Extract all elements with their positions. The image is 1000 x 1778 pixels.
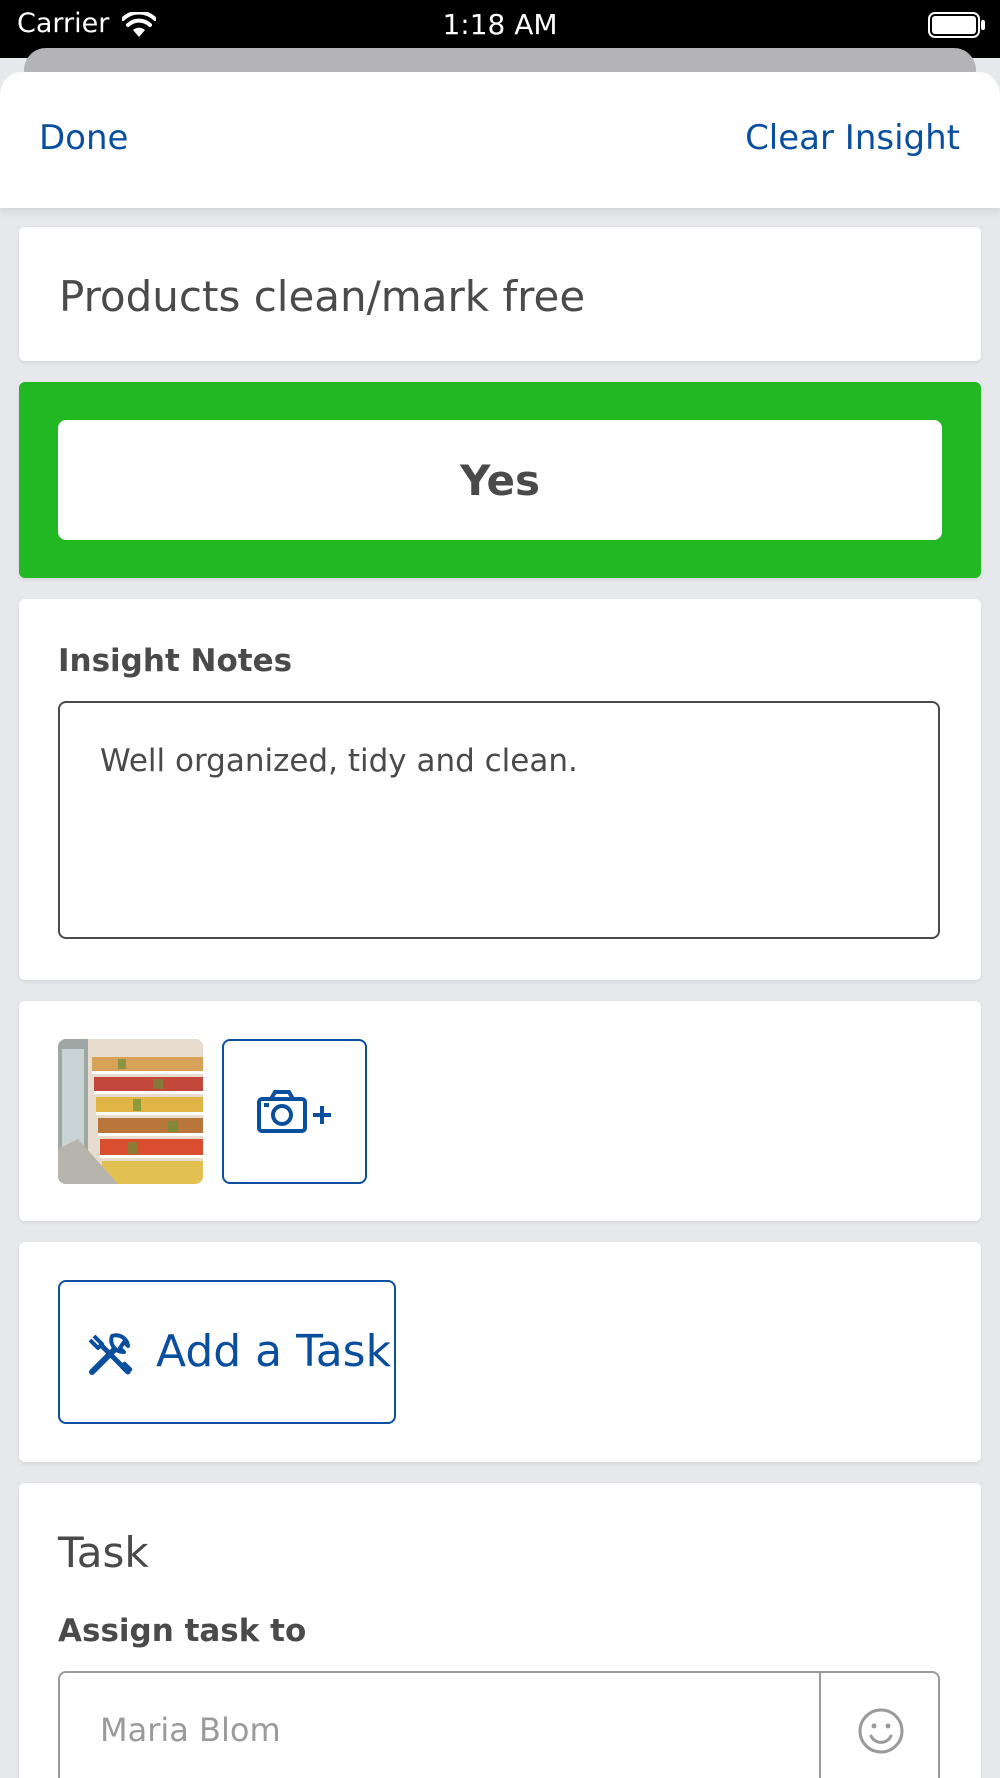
assign-task-label: Assign task to: [58, 1613, 307, 1649]
add-task-card: Add a Task: [19, 1242, 981, 1462]
notes-card: Insight Notes Well organized, tidy and c…: [19, 599, 981, 980]
done-button[interactable]: Done: [39, 118, 128, 158]
add-task-button[interactable]: Add a Task: [58, 1280, 396, 1424]
assignee-field: [58, 1671, 940, 1778]
clock: 1:18 AM: [442, 8, 558, 41]
task-section-title: Task: [58, 1528, 149, 1577]
add-task-label: Add a Task: [156, 1326, 392, 1377]
battery-icon: [928, 12, 986, 42]
notes-label: Insight Notes: [58, 643, 293, 679]
answer-card: Yes: [19, 382, 981, 578]
navigation-bar: Done Clear Insight: [0, 72, 1000, 208]
insight-title: Products clean/mark free: [59, 272, 586, 321]
add-photo-button[interactable]: [222, 1039, 367, 1184]
insight-title-card: Products clean/mark free: [19, 227, 981, 361]
answer-yes-button[interactable]: Yes: [58, 420, 942, 540]
tools-icon: [84, 1328, 136, 1383]
task-card: Task Assign task to: [19, 1483, 981, 1778]
assignee-input[interactable]: [100, 1711, 660, 1749]
notes-textarea[interactable]: Well organized, tidy and clean.: [58, 701, 940, 939]
camera-plus-icon: [224, 1087, 365, 1137]
smiley-icon: [821, 1706, 940, 1756]
photos-card: [19, 1001, 981, 1221]
store-shelf-photo[interactable]: [58, 1039, 203, 1184]
clear-insight-button[interactable]: Clear Insight: [745, 118, 960, 158]
insight-sheet: Done Clear Insight Products clean/mark f…: [0, 72, 1000, 1778]
contact-picker-button[interactable]: [821, 1673, 940, 1778]
